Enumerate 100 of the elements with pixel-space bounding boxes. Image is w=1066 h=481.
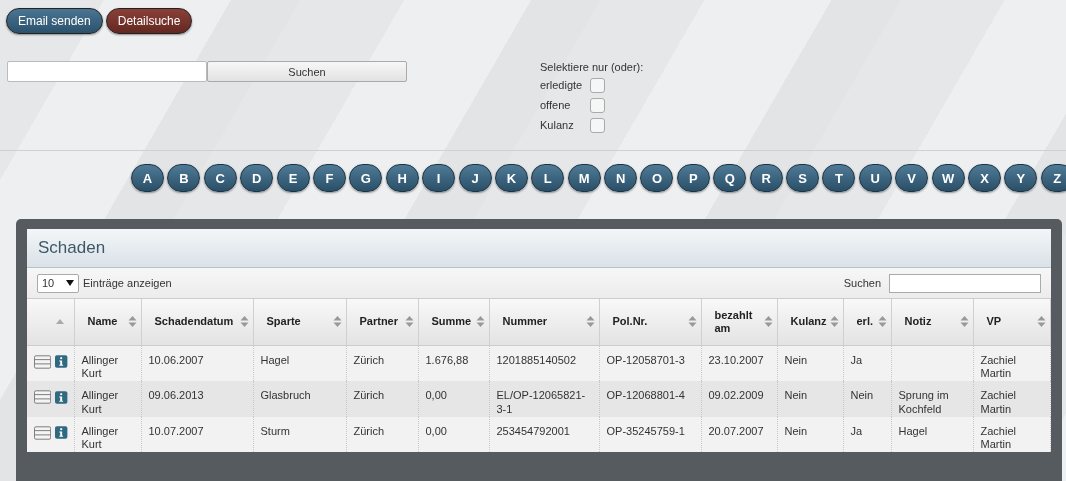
- checkbox[interactable]: [590, 97, 605, 113]
- letter-button[interactable]: X: [968, 164, 1001, 192]
- sort-icon: [585, 315, 595, 329]
- table-cell: Glasbruch: [260, 389, 311, 401]
- table-search-field[interactable]: [889, 273, 1041, 293]
- letter-button[interactable]: Y: [1004, 164, 1038, 192]
- letter-button[interactable]: Q: [713, 164, 747, 192]
- table-cell: 1.676,88: [425, 353, 469, 366]
- sort-icon: [239, 315, 249, 329]
- table-cell: 10.07.2007: [148, 424, 204, 437]
- column-header[interactable]: bezahlt am: [701, 299, 777, 345]
- table-cell: Nein: [784, 353, 808, 366]
- table-cell: Hagel: [260, 353, 290, 366]
- letter-button[interactable]: P: [676, 164, 710, 192]
- table-cell: Sprung im Kochfeld: [898, 389, 949, 415]
- table-cell: Zachiel Martin: [980, 389, 1016, 415]
- search-button[interactable]: Suchen: [207, 61, 407, 82]
- page-size-label: Einträge anzeigen: [83, 277, 172, 289]
- column-header[interactable]: Partner: [346, 299, 418, 345]
- checkbox[interactable]: [590, 117, 605, 133]
- table-cell: 0,00: [425, 389, 447, 401]
- letter-button[interactable]: M: [567, 164, 601, 192]
- info-icon[interactable]: [55, 355, 68, 368]
- info-icon[interactable]: [55, 390, 68, 404]
- sort-icon: [829, 315, 839, 329]
- letter-button[interactable]: G: [349, 164, 383, 192]
- column-header[interactable]: Summe: [418, 299, 489, 345]
- panel-title: Schaden: [38, 238, 106, 258]
- dropdown-icon: [66, 280, 74, 286]
- list-icon[interactable]: [34, 425, 52, 440]
- table-cell: 20.07.2007: [708, 424, 764, 437]
- letter-button[interactable]: B: [167, 164, 201, 192]
- table-cell: 23.10.2007: [708, 353, 764, 366]
- table-cell: OP-12068801-4: [606, 389, 685, 401]
- table-cell: OP-12058701-3: [606, 353, 685, 366]
- letter-button[interactable]: E: [276, 164, 310, 192]
- column-header[interactable]: Nummer: [489, 299, 599, 345]
- table-search-label: Suchen: [843, 277, 881, 289]
- letter-button[interactable]: O: [640, 164, 674, 192]
- action-button[interactable]: Detailsuche: [105, 8, 193, 34]
- table-cell: Zachiel Martin: [980, 424, 1016, 451]
- letter-button[interactable]: S: [786, 164, 820, 192]
- letter-button[interactable]: T: [822, 164, 856, 192]
- table-cell: 1201885140502: [496, 353, 577, 366]
- column-header[interactable]: VP: [973, 299, 1050, 345]
- table-cell: Ja: [850, 424, 863, 437]
- column-header[interactable]: Notiz: [891, 299, 973, 345]
- letter-button[interactable]: R: [749, 164, 783, 192]
- table-cell: Allinger Kurt: [81, 389, 119, 415]
- letter-button[interactable]: V: [895, 164, 929, 192]
- sort-icon: [877, 315, 887, 329]
- sort-icon: [687, 315, 697, 329]
- sort-icon: [475, 315, 485, 329]
- list-icon[interactable]: [34, 354, 52, 369]
- letter-button[interactable]: J: [458, 164, 492, 192]
- filter-label: offene: [540, 99, 572, 111]
- table-cell: OP-35245759-1: [606, 424, 685, 437]
- sort-up-icon: [55, 319, 64, 325]
- table-cell: Hagel: [898, 424, 928, 437]
- sort-icon: [763, 315, 773, 329]
- table-cell: Nein: [784, 389, 808, 401]
- letter-button[interactable]: Z: [1040, 164, 1066, 192]
- list-icon[interactable]: [34, 390, 52, 404]
- table-cell: 0,00: [425, 424, 447, 437]
- column-header[interactable]: Pol.Nr.: [599, 299, 701, 345]
- page-size-select[interactable]: 10: [37, 273, 79, 293]
- letter-button[interactable]: H: [385, 164, 419, 192]
- table-cell: Zürich: [353, 424, 385, 437]
- table-cell: Nein: [850, 389, 874, 401]
- letter-button[interactable]: D: [240, 164, 274, 192]
- table-cell: Allinger Kurt: [81, 353, 119, 380]
- letter-button[interactable]: N: [604, 164, 638, 192]
- column-header[interactable]: erl.: [843, 299, 891, 345]
- column-header[interactable]: Kulanz: [777, 299, 843, 345]
- info-icon[interactable]: [55, 426, 68, 439]
- sort-icon: [127, 315, 137, 329]
- letter-button[interactable]: K: [494, 164, 528, 192]
- table-cell: 09.06.2013: [148, 389, 204, 401]
- table-cell: 09.02.2009: [708, 389, 764, 401]
- sort-icon: [332, 315, 342, 329]
- letter-button[interactable]: L: [531, 164, 565, 192]
- column-header[interactable]: Schadendatum: [141, 299, 253, 345]
- letter-button[interactable]: W: [931, 164, 965, 192]
- letter-button[interactable]: I: [422, 164, 456, 192]
- search-field[interactable]: [7, 61, 207, 82]
- letter-button[interactable]: U: [858, 164, 892, 192]
- table-cell: Zachiel Martin: [980, 353, 1016, 380]
- letter-button[interactable]: C: [203, 164, 237, 192]
- letter-button[interactable]: A: [131, 164, 164, 192]
- action-button[interactable]: Email senden: [6, 8, 103, 34]
- column-header[interactable]: Sparte: [253, 299, 346, 345]
- checkbox[interactable]: [590, 77, 605, 93]
- table-cell: Allinger Kurt: [81, 424, 119, 451]
- column-header[interactable]: Name: [74, 299, 141, 345]
- table-cell: Zürich: [353, 353, 385, 366]
- filter-label: erledigte: [540, 79, 584, 91]
- table-cell: Zürich: [353, 389, 385, 401]
- table-cell: Ja: [850, 353, 863, 366]
- table-cell: Nein: [784, 424, 808, 437]
- letter-button[interactable]: F: [312, 164, 346, 192]
